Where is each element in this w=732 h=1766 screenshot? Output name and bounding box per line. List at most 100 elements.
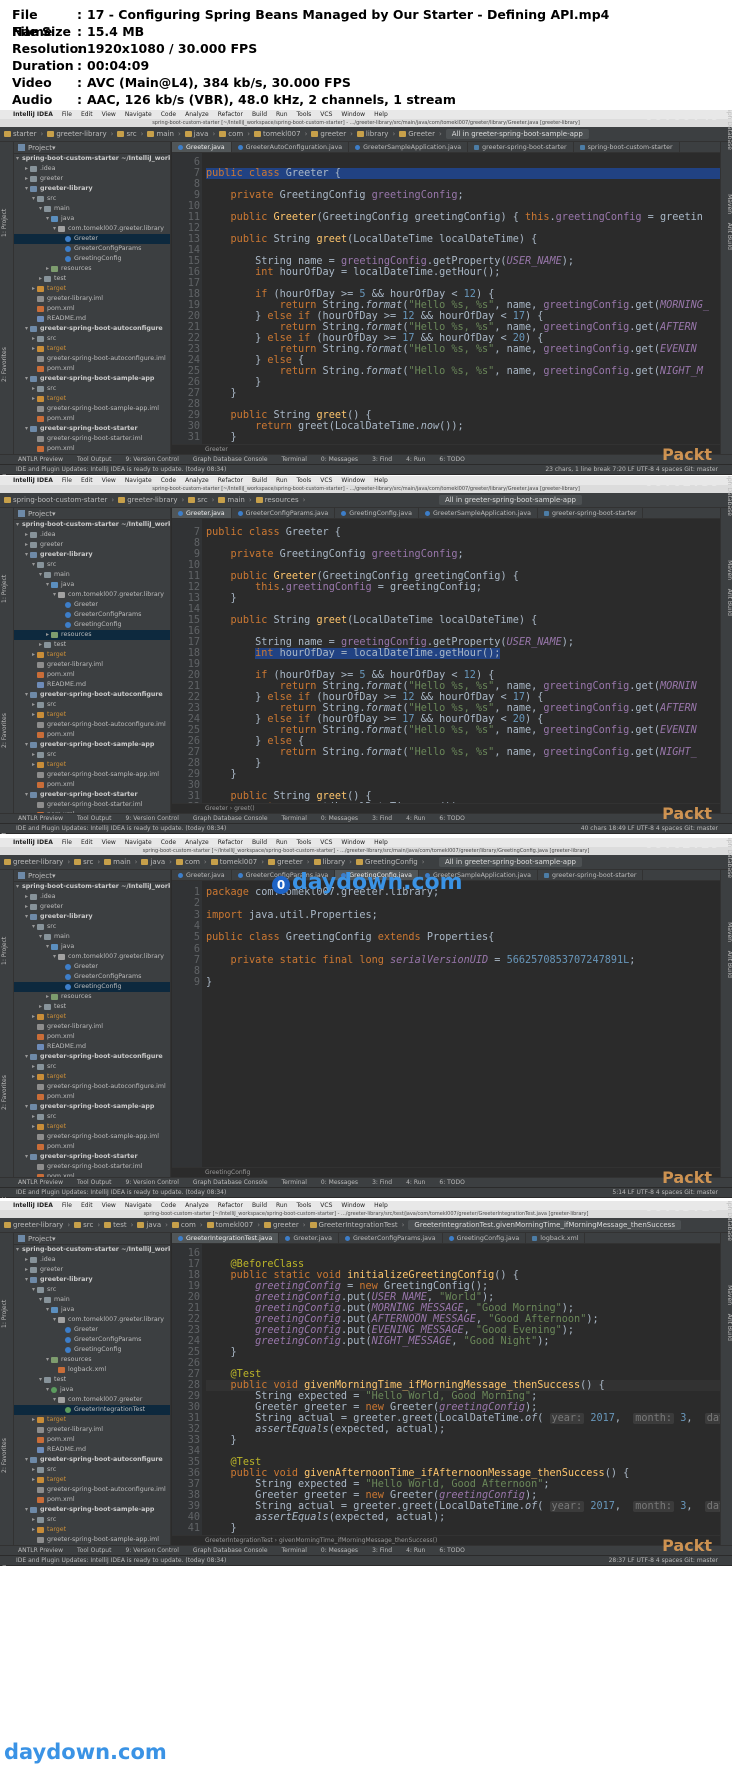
- right-tool-window-button[interactable]: Maven: [726, 922, 732, 942]
- tree-node[interactable]: ▾ com.tomekl007.greeter.library: [14, 952, 170, 962]
- tool-window-button[interactable]: 3: Find: [372, 815, 392, 822]
- menu-item[interactable]: Code: [161, 477, 176, 484]
- breadcrumb-item[interactable]: tomekl007: [210, 858, 264, 866]
- tree-node[interactable]: ▸ greeter: [14, 902, 170, 912]
- tree-node[interactable]: ▸ src: [14, 384, 170, 394]
- menu-item[interactable]: Analyze: [185, 839, 209, 846]
- menu-item[interactable]: View: [102, 111, 116, 118]
- menu-item[interactable]: Code: [161, 1202, 176, 1209]
- menu-item[interactable]: Navigate: [125, 477, 152, 484]
- menu-item[interactable]: Navigate: [125, 111, 152, 118]
- chevron-right-icon[interactable]: ▸: [30, 750, 37, 760]
- chevron-down-icon[interactable]: ▾: [16, 1245, 19, 1255]
- menu-item[interactable]: Navigate: [125, 1202, 152, 1209]
- left-tool-window-button[interactable]: 2: Favorites: [1, 1075, 8, 1110]
- tree-node[interactable]: ▾ greeter-spring-boot-autoconfigure: [14, 690, 170, 700]
- tree-node[interactable]: ▾ src: [14, 560, 170, 570]
- chevron-down-icon[interactable]: ▾: [23, 1455, 30, 1465]
- status-message[interactable]: IDE and Plugin Updates: IntelliJ IDEA is…: [16, 466, 226, 473]
- tree-node[interactable]: ▸ target: [14, 1122, 170, 1132]
- editor-tab[interactable]: logback.xml: [526, 1233, 586, 1243]
- editor-tab[interactable]: Greeter.java: [172, 870, 232, 880]
- chevron-down-icon[interactable]: ▾: [23, 690, 30, 700]
- breadcrumb-item[interactable]: java: [141, 858, 171, 866]
- tree-node[interactable]: greeter-library.iml: [14, 294, 170, 304]
- chevron-down-icon[interactable]: ▾: [23, 324, 30, 334]
- editor-tab[interactable]: GreetingConfig.java: [443, 1233, 527, 1243]
- tool-window-button[interactable]: 6: TODO: [439, 456, 464, 463]
- menu-item[interactable]: Edit: [81, 839, 93, 846]
- right-tool-window-button[interactable]: Graph Database: [726, 838, 732, 878]
- menu-item[interactable]: Refactor: [218, 1202, 243, 1209]
- chevron-down-icon[interactable]: ▾: [37, 204, 44, 214]
- chevron-down-icon[interactable]: ▾: [16, 154, 19, 164]
- tree-node[interactable]: ▸ target: [14, 1525, 170, 1535]
- tool-window-button[interactable]: 0: Messages: [321, 1547, 358, 1554]
- tool-window-button[interactable]: Graph Database Console: [193, 815, 268, 822]
- tree-node[interactable]: ▾ greeter-spring-boot-sample-app: [14, 1102, 170, 1112]
- menu-item[interactable]: Run: [276, 839, 288, 846]
- chevron-right-icon[interactable]: ▸: [23, 1265, 30, 1275]
- tree-node[interactable]: GreeterIntegrationTest: [14, 1405, 170, 1415]
- chevron-down-icon[interactable]: ▾: [37, 570, 44, 580]
- menu-item[interactable]: Code: [161, 839, 176, 846]
- menu-item[interactable]: Build: [252, 839, 267, 846]
- tree-node[interactable]: ▾ greeter-spring-boot-starter: [14, 1152, 170, 1162]
- chevron-right-icon[interactable]: ▸: [30, 1122, 37, 1132]
- tree-node[interactable]: ▾ greeter-spring-boot-autoconfigure: [14, 1455, 170, 1465]
- tool-window-button[interactable]: Terminal: [282, 456, 307, 463]
- menu-item[interactable]: File: [62, 839, 72, 846]
- chevron-right-icon[interactable]: ▸: [23, 530, 30, 540]
- tree-node[interactable]: ▸ target: [14, 1072, 170, 1082]
- chevron-right-icon[interactable]: ▸: [30, 1062, 37, 1072]
- run-configuration-select[interactable]: GreeterIntegrationTest.givenMorningTime_…: [408, 1220, 681, 1230]
- chevron-right-icon[interactable]: ▸: [44, 264, 51, 274]
- chevron-down-icon[interactable]: ▾: [30, 194, 37, 204]
- tool-window-button[interactable]: 4: Run: [406, 456, 425, 463]
- chevron-right-icon[interactable]: ▸: [23, 892, 30, 902]
- menu-item[interactable]: Tools: [297, 839, 312, 846]
- chevron-right-icon[interactable]: ▸: [23, 164, 30, 174]
- chevron-down-icon[interactable]: ▾: [16, 882, 19, 892]
- chevron-right-icon[interactable]: ▸: [37, 1002, 44, 1012]
- tool-window-button[interactable]: 6: TODO: [439, 1179, 464, 1186]
- project-panel-header[interactable]: Project ▾: [14, 142, 170, 154]
- breadcrumb-item[interactable]: greeter-library: [47, 130, 113, 138]
- chevron-right-icon[interactable]: ▸: [23, 1255, 30, 1265]
- breadcrumb-item[interactable]: Greeter: [399, 130, 442, 138]
- menu-item[interactable]: Tools: [297, 111, 312, 118]
- tool-window-button[interactable]: ANTLR Preview: [18, 456, 63, 463]
- tool-window-button[interactable]: 4: Run: [406, 1179, 425, 1186]
- chevron-down-icon[interactable]: ▾: [30, 922, 37, 932]
- tool-window-button[interactable]: 9: Version Control: [125, 456, 178, 463]
- tool-window-button[interactable]: 9: Version Control: [125, 1179, 178, 1186]
- chevron-down-icon[interactable]: ▾: [23, 1152, 30, 1162]
- tree-node[interactable]: ▾ resources: [14, 1355, 170, 1365]
- tool-window-button[interactable]: ANTLR Preview: [18, 815, 63, 822]
- chevron-right-icon[interactable]: ▸: [30, 284, 37, 294]
- tree-node[interactable]: logback.xml: [14, 1365, 170, 1375]
- menu-item[interactable]: Analyze: [185, 111, 209, 118]
- tree-node[interactable]: ▸ test: [14, 274, 170, 284]
- right-tool-window-button[interactable]: Maven: [726, 194, 732, 214]
- menu-item[interactable]: Tools: [297, 477, 312, 484]
- menu-item[interactable]: Help: [374, 1202, 388, 1209]
- right-tool-window-button[interactable]: Graph Database: [726, 476, 732, 516]
- tree-node[interactable]: ▸ .idea: [14, 530, 170, 540]
- tree-node[interactable]: ▾ java: [14, 942, 170, 952]
- chevron-right-icon[interactable]: ▸: [30, 1465, 37, 1475]
- editor-tab[interactable]: greeter-spring-boot-starter: [538, 508, 644, 518]
- breadcrumb-item[interactable]: GreeterIntegrationTest: [309, 1221, 405, 1229]
- breadcrumb-item[interactable]: src: [74, 1221, 100, 1229]
- menu-item[interactable]: Build: [252, 1202, 267, 1209]
- tree-node[interactable]: ▾ greeter-library: [14, 550, 170, 560]
- tree-node[interactable]: pom.xml: [14, 730, 170, 740]
- tool-window-button[interactable]: 6: TODO: [439, 1547, 464, 1554]
- tool-window-button[interactable]: Terminal: [282, 815, 307, 822]
- tree-node[interactable]: ▾ spring-boot-custom-starter ~/IntelliJ_w…: [14, 154, 170, 164]
- tree-node[interactable]: ▸ src: [14, 1465, 170, 1475]
- code-area[interactable]: 6 7 public class Greeter {8 9 private Greet…: [172, 153, 720, 444]
- tree-node[interactable]: GreeterConfigParams: [14, 244, 170, 254]
- tree-node[interactable]: ▸ greeter: [14, 174, 170, 184]
- menu-item[interactable]: Refactor: [218, 839, 243, 846]
